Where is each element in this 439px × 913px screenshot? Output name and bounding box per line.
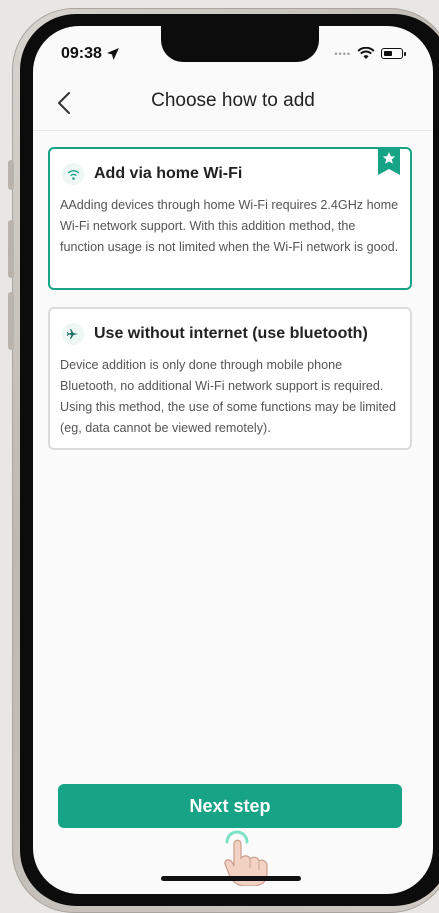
option-title: Add via home Wi-Fi bbox=[94, 165, 243, 182]
battery-icon bbox=[381, 48, 406, 59]
option-description: AAdding devices through home Wi-Fi requi… bbox=[60, 198, 399, 254]
signal-dots-icon: •••• bbox=[334, 48, 351, 59]
option-card-wifi[interactable]: Add via home Wi-Fi AAdding devices throu… bbox=[48, 147, 412, 290]
option-title: Use without internet (use bluetooth) bbox=[94, 325, 368, 342]
nav-bar: Choose how to add bbox=[33, 84, 433, 124]
time-text: 09:38 bbox=[61, 45, 102, 62]
status-time: 09:38 bbox=[61, 45, 120, 63]
option-header: Add via home Wi-Fi bbox=[62, 163, 242, 185]
airplane-icon bbox=[62, 323, 84, 345]
option-card-bluetooth[interactable]: Use without internet (use bluetooth) Dev… bbox=[48, 307, 412, 450]
side-button bbox=[8, 160, 14, 190]
notch bbox=[161, 26, 319, 62]
wifi-icon bbox=[62, 163, 84, 185]
side-button bbox=[8, 292, 14, 350]
page-title: Choose how to add bbox=[151, 90, 315, 111]
divider bbox=[33, 130, 433, 131]
home-indicator bbox=[161, 876, 301, 881]
wifi-status-icon bbox=[357, 47, 375, 59]
status-icons: •••• bbox=[334, 47, 406, 60]
option-description: Device addition is only done through mob… bbox=[60, 358, 396, 435]
side-button bbox=[8, 220, 14, 278]
screen: 09:38 •••• Choose how to add Add via hom… bbox=[33, 26, 433, 894]
option-header: Use without internet (use bluetooth) bbox=[62, 323, 368, 345]
star-badge-icon bbox=[378, 147, 400, 175]
location-arrow-icon bbox=[106, 48, 119, 60]
